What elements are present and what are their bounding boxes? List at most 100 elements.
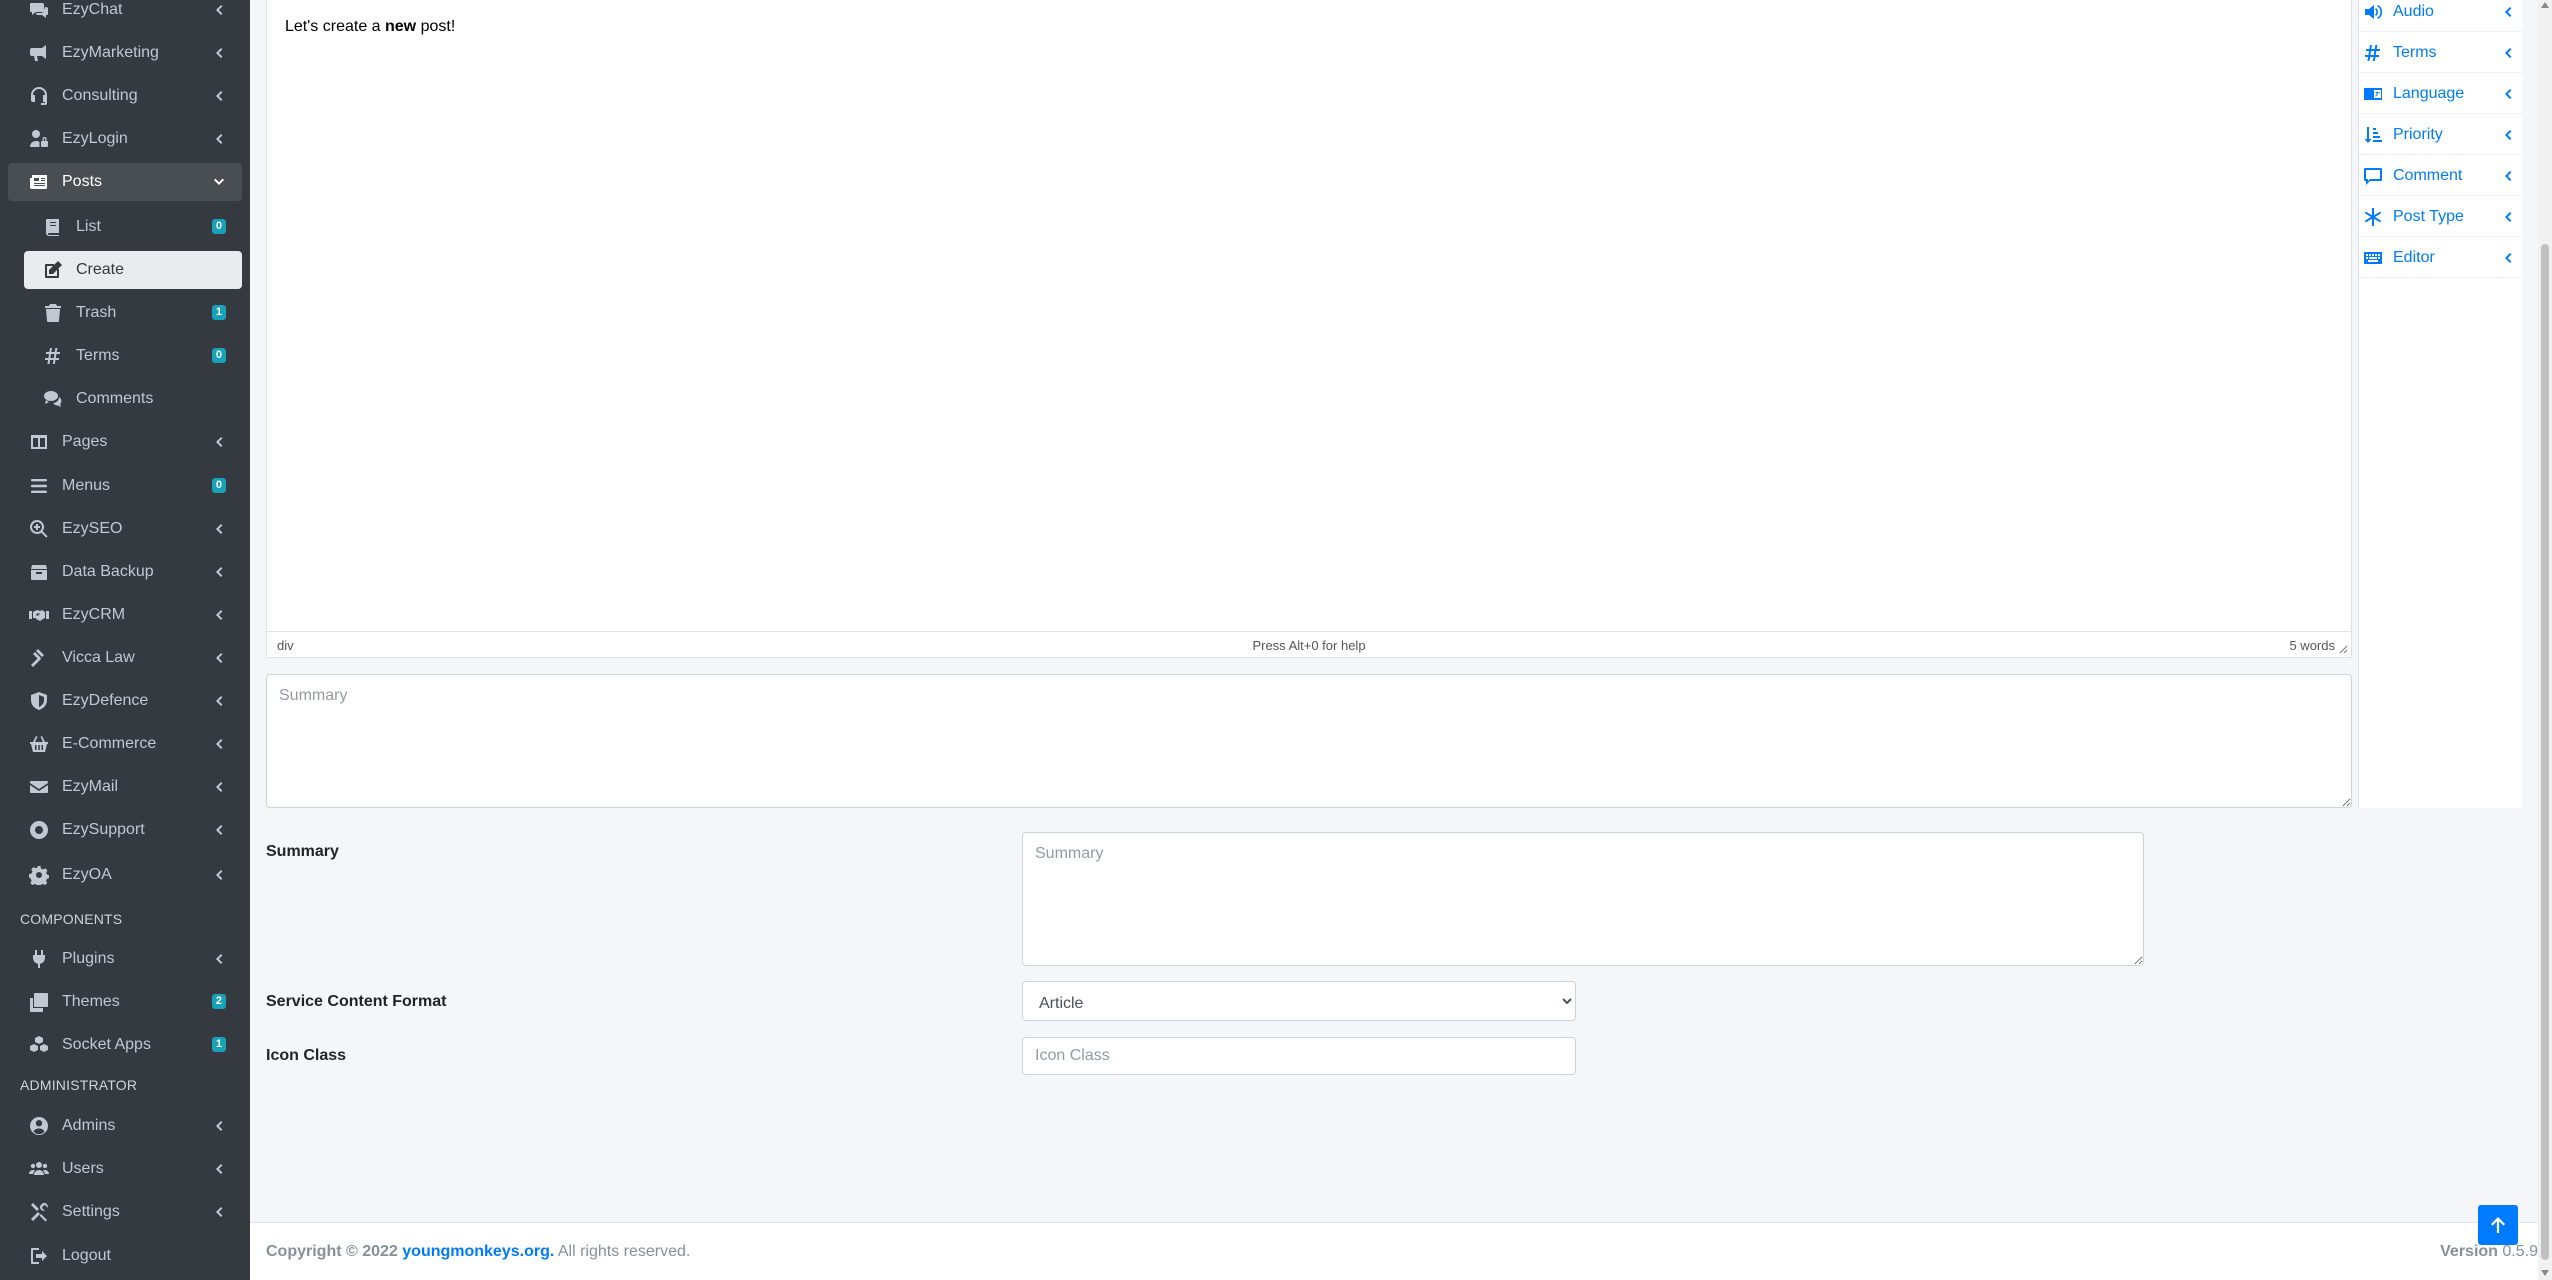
- section-header-administrator: ADMINISTRATOR: [20, 1077, 138, 1093]
- count-badge: 0: [211, 478, 226, 493]
- service-content-format-select[interactable]: Article: [1022, 981, 1576, 1021]
- sidebar-item-ezyoa[interactable]: EzyOA: [8, 856, 242, 894]
- sidebar-item-label: Vicca Law: [62, 649, 135, 666]
- service-content-format-label: Service Content Format: [266, 993, 447, 1010]
- hashtag-icon: [2361, 43, 2385, 63]
- chevron-left-icon: [212, 89, 226, 103]
- sidebar-item-pages[interactable]: Pages: [8, 423, 242, 461]
- sidebar-item-comments[interactable]: Comments: [24, 380, 242, 418]
- sidebar-item-socket-apps[interactable]: Socket Apps 1: [8, 1026, 242, 1064]
- sidebar-item-label: Plugins: [62, 950, 115, 967]
- sidebar-item-ezychat[interactable]: EzyChat: [8, 0, 242, 29]
- chevron-left-icon: [212, 823, 226, 837]
- post-options-panel: Audio Terms Language Priority Comment Po…: [2358, 0, 2523, 808]
- sidebar-item-label: Create: [76, 261, 125, 278]
- summary-textarea[interactable]: [266, 674, 2352, 808]
- sidebar-item-label: Consulting: [62, 87, 138, 104]
- sidebar-item-consulting[interactable]: Consulting: [8, 77, 242, 115]
- sidebar-item-ezydefence[interactable]: EzyDefence: [8, 682, 242, 720]
- sidebar-item-trash[interactable]: Trash 1: [24, 294, 242, 332]
- sidebar-item-label: Data Backup: [62, 563, 154, 580]
- sidebar-item-settings[interactable]: Settings: [8, 1193, 242, 1231]
- panel-item-language[interactable]: Language: [2359, 74, 2523, 114]
- sidebar-item-ezysupport[interactable]: EzySupport: [8, 811, 242, 849]
- editor-content[interactable]: Let's create a new post!: [285, 18, 455, 36]
- plug-icon: [28, 948, 50, 970]
- panel-item-priority[interactable]: Priority: [2359, 115, 2523, 155]
- panel-item-terms[interactable]: Terms: [2359, 33, 2523, 73]
- chevron-left-icon: [2501, 169, 2515, 183]
- sidebar-item-menus[interactable]: Menus 0: [8, 467, 242, 505]
- chevron-left-icon: [212, 694, 226, 708]
- sidebar-item-logout[interactable]: Logout: [8, 1237, 242, 1275]
- chevron-left-icon: [212, 651, 226, 665]
- scroll-up-arrow[interactable]: [2541, 2, 2549, 8]
- scroll-down-arrow[interactable]: [2541, 1270, 2549, 1276]
- sidebar-item-label: Pages: [62, 433, 108, 450]
- copyright: Copyright © 2022 youngmonkeys.org. All r…: [266, 1243, 690, 1261]
- sidebar-item-label: EzyDefence: [62, 692, 149, 709]
- back-to-top-button[interactable]: [2478, 1205, 2518, 1245]
- sidebar-item-list[interactable]: List 0: [24, 208, 242, 246]
- panel-item-label: Post Type: [2393, 207, 2464, 225]
- chat-icon: [28, 0, 50, 21]
- rich-text-editor[interactable]: Let's create a new post! div Press Alt+0…: [266, 0, 2352, 658]
- sidebar-item-label: List: [76, 218, 101, 235]
- clone-icon: [28, 991, 50, 1013]
- sidebar-item-themes[interactable]: Themes 2: [8, 983, 242, 1021]
- sidebar-item-e-commerce[interactable]: E-Commerce: [8, 725, 242, 763]
- sidebar-item-label: Trash: [76, 304, 117, 321]
- shield-icon: [28, 690, 50, 712]
- panel-item-audio[interactable]: Audio: [2359, 0, 2523, 32]
- sidebar-item-users[interactable]: Users: [8, 1150, 242, 1188]
- chevron-left-icon: [212, 1119, 226, 1133]
- icon-class-input[interactable]: [1022, 1037, 1576, 1075]
- version-info: Version 0.5.9: [2440, 1243, 2538, 1261]
- sort-amount-icon: [2361, 125, 2385, 145]
- arrow-up-icon: [2491, 1217, 2505, 1233]
- sidebar-item-terms[interactable]: Terms 0: [24, 337, 242, 375]
- panel-item-comment[interactable]: Comment: [2359, 156, 2523, 196]
- comment-icon: [2361, 166, 2385, 186]
- sidebar-item-data-backup[interactable]: Data Backup: [8, 553, 242, 591]
- version-value: 0.5.9: [2502, 1243, 2538, 1260]
- scrollbar-thumb[interactable]: [2541, 244, 2549, 1260]
- sidebar-item-label: Menus: [62, 477, 111, 494]
- chevron-left-icon: [212, 608, 226, 622]
- search-plus-icon: [28, 518, 50, 540]
- sidebar-item-plugins[interactable]: Plugins: [8, 940, 242, 978]
- panel-item-editor[interactable]: Editor: [2359, 238, 2523, 278]
- count-badge: 0: [211, 219, 226, 234]
- sidebar-item-ezymail[interactable]: EzyMail: [8, 768, 242, 806]
- sidebar-item-ezymarketing[interactable]: EzyMarketing: [8, 34, 242, 72]
- chevron-left-icon: [212, 737, 226, 751]
- resize-handle-icon[interactable]: [2339, 645, 2348, 654]
- sidebar-item-ezycrm[interactable]: EzyCRM: [8, 596, 242, 634]
- chevron-left-icon: [212, 132, 226, 146]
- sidebar-item-vicca-law[interactable]: Vicca Law: [8, 639, 242, 677]
- trash-icon: [42, 302, 64, 324]
- sidebar-item-create[interactable]: Create: [24, 251, 242, 289]
- summary-field[interactable]: [1022, 832, 2144, 966]
- newspaper-icon: [28, 171, 50, 193]
- count-badge: 1: [211, 1037, 226, 1052]
- sidebar-item-label: Socket Apps: [62, 1036, 151, 1053]
- count-badge: 1: [211, 305, 226, 320]
- basket-icon: [28, 733, 50, 755]
- sidebar-item-ezyseo[interactable]: EzySEO: [8, 510, 242, 548]
- handshake-icon: [28, 604, 50, 626]
- panel-item-label: Audio: [2393, 2, 2434, 20]
- edit-icon: [42, 259, 64, 281]
- editor-statusbar: div Press Alt+0 for help 5 words: [267, 631, 2351, 657]
- envelope-icon: [28, 776, 50, 798]
- sidebar-item-label: Settings: [62, 1203, 120, 1220]
- columns-icon: [28, 431, 50, 453]
- panel-item-label: Comment: [2393, 166, 2463, 184]
- panel-item-post-type[interactable]: Post Type: [2359, 197, 2523, 237]
- page-scrollbar[interactable]: [2538, 0, 2552, 1280]
- sidebar-item-ezylogin[interactable]: EzyLogin: [8, 120, 242, 158]
- youngmonkeys-link[interactable]: youngmonkeys.org.: [402, 1243, 554, 1260]
- sidebar-item-admins[interactable]: Admins: [8, 1107, 242, 1145]
- word-count[interactable]: 5 words: [2289, 638, 2335, 653]
- sidebar-item-posts[interactable]: Posts: [8, 163, 242, 201]
